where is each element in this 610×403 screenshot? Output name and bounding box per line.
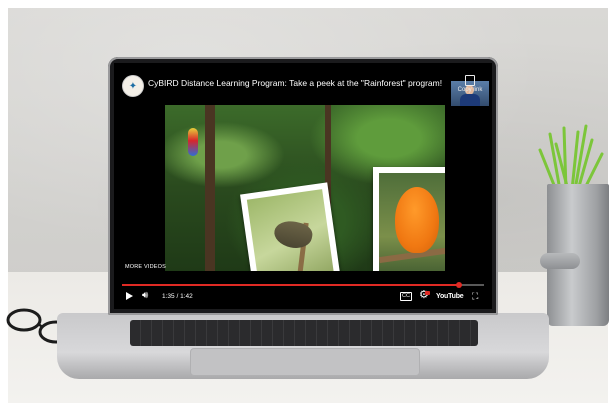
laptop-keyboard — [130, 320, 478, 346]
time-display: 1:35 / 1:42 — [162, 293, 193, 300]
rainforest-video-frame[interactable] — [165, 105, 445, 271]
youtube-logo[interactable]: YouTube — [436, 291, 464, 303]
video-player[interactable]: ✦ CyBIRD Distance Learning Program: Take… — [114, 63, 492, 309]
progress-scrubber[interactable] — [455, 282, 462, 288]
player-controls: 🔊︎ 1:35 / 1:42 CC ⚙ YouTube ⛶ — [114, 289, 492, 309]
copy-icon — [465, 75, 475, 86]
fullscreen-icon[interactable]: ⛶ — [472, 290, 478, 302]
macaw-bird — [188, 128, 198, 156]
photo-scene: ✦ CyBIRD Distance Learning Program: Take… — [0, 0, 610, 403]
volume-icon[interactable]: 🔊︎ — [142, 290, 148, 302]
copy-link-label: Copy link — [457, 87, 483, 93]
laptop-trackpad — [190, 348, 420, 376]
copy-link-button[interactable]: Copy link — [451, 75, 489, 93]
video-title[interactable]: CyBIRD Distance Learning Program: Take a… — [148, 78, 442, 88]
progress-fill — [122, 284, 459, 286]
bird-photo-cock-of-the-rock — [373, 167, 445, 271]
tree-trunk — [205, 105, 215, 271]
hd-badge — [425, 291, 430, 295]
bird-logo-icon[interactable]: ✦ — [122, 75, 144, 97]
progress-bar[interactable] — [122, 282, 484, 288]
bird-photo-grey — [240, 182, 342, 271]
more-videos-button[interactable]: MORE VIDEOS — [125, 264, 166, 270]
watering-can-spout — [540, 253, 580, 269]
presenter-body — [460, 94, 480, 106]
captions-button[interactable]: CC — [400, 292, 412, 301]
play-icon[interactable] — [126, 292, 133, 300]
plant-grass — [538, 124, 604, 190]
orange-bird — [395, 187, 439, 253]
